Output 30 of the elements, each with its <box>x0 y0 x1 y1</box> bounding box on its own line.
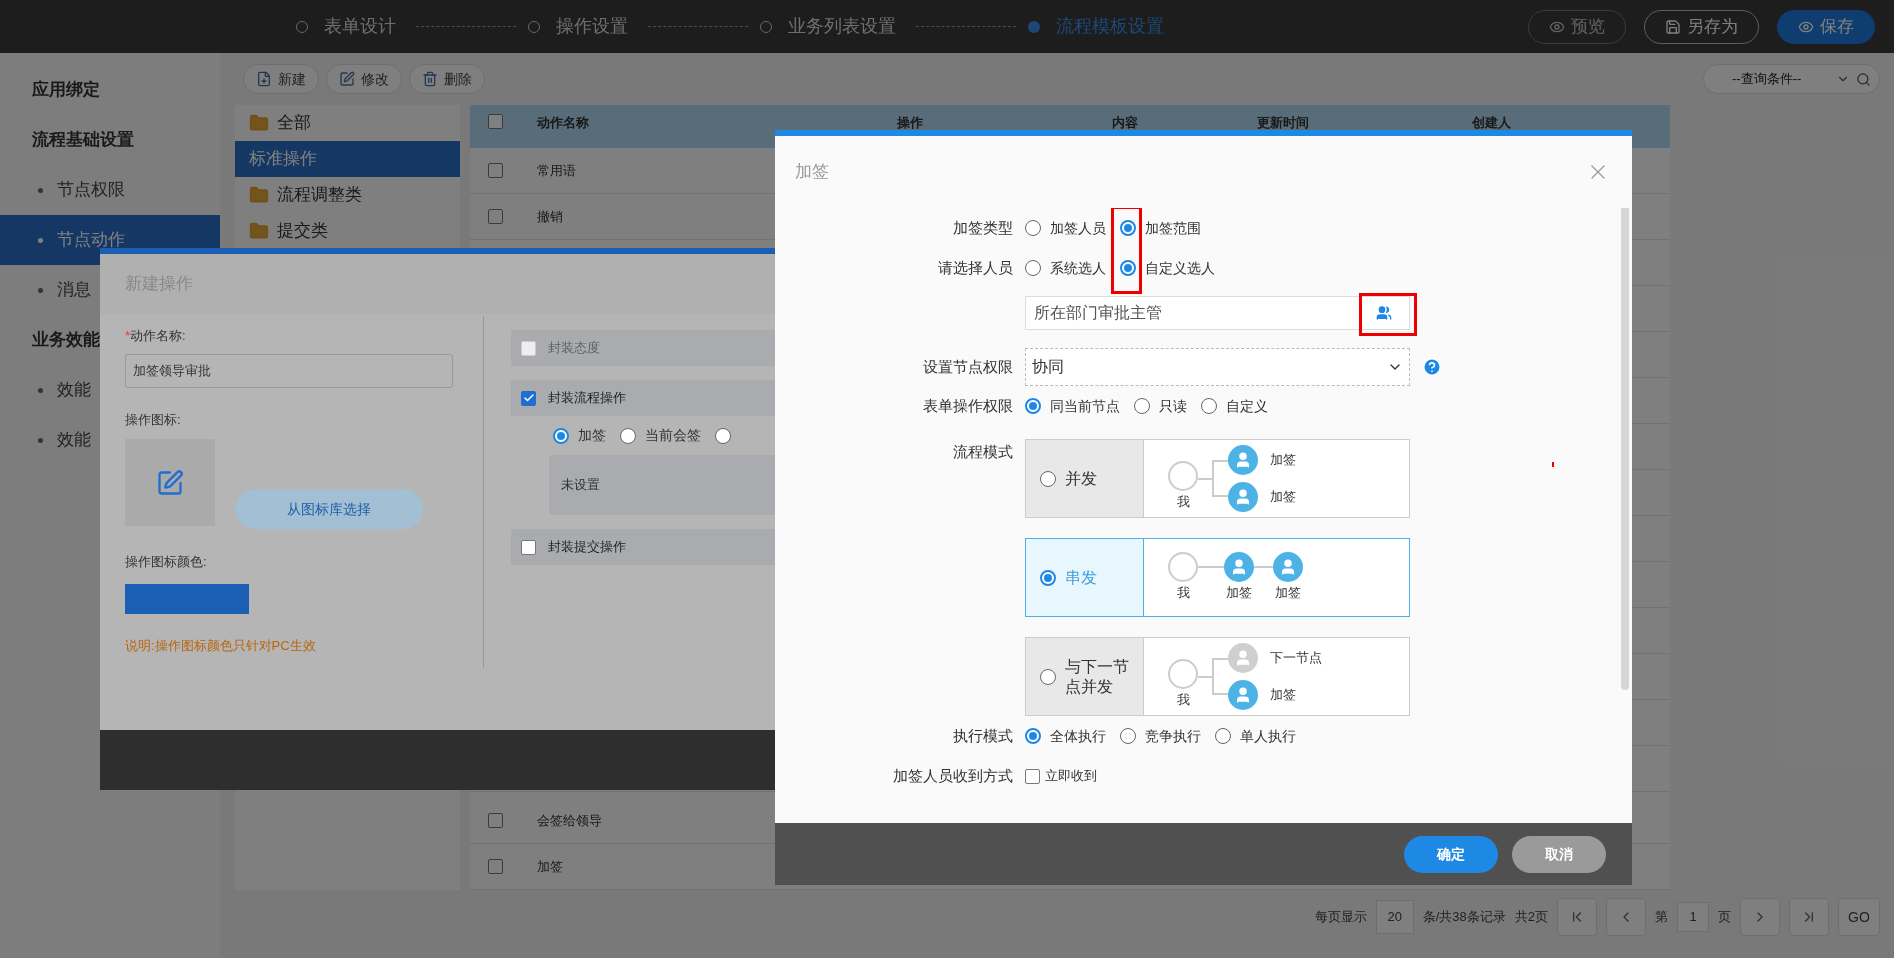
note-text: 说明:操作图标颜色只针对PC生效 <box>125 636 317 655</box>
table-cell-text: 会签给领导 <box>536 811 602 830</box>
sidebar-group-title: 流程基础设置 <box>32 129 134 152</box>
node-label: 加签 <box>1270 451 1296 470</box>
sidebar-group-title: 业务效能 <box>32 329 100 352</box>
node-label: 我 <box>1176 584 1190 603</box>
node-label: 下一节点 <box>1270 649 1322 668</box>
sidebar-group-title: 应用绑定 <box>32 79 100 102</box>
field-label: 执行模式 <box>952 725 1013 746</box>
node-label: 我 <box>1176 493 1190 512</box>
field-label: 操作图标颜色: <box>125 553 208 571</box>
pagination-text: 每页显示 <box>1314 908 1367 927</box>
node-label: 加签 <box>1270 686 1296 705</box>
table-cell-text: 撤销 <box>536 207 563 226</box>
field-label: *动作名称: <box>125 327 187 345</box>
node-label: 加签 <box>1270 488 1296 507</box>
table-cell-text: 加签 <box>536 857 563 876</box>
field-label: 加签类型 <box>952 217 1013 238</box>
pagination-text: 共2页 <box>1514 908 1548 927</box>
pagination-text: 第 <box>1655 908 1668 927</box>
field-label: 操作图标: <box>125 410 182 429</box>
table-cell-text: 常用语 <box>536 161 576 180</box>
node-label: 我 <box>1176 691 1190 710</box>
pagination-text: 页 <box>1718 908 1731 927</box>
field-label: 加签人员收到方式 <box>892 765 1013 786</box>
node-label: 加签 <box>1275 584 1301 603</box>
field-label: 请选择人员 <box>937 257 1013 278</box>
node-label: 加签 <box>1226 584 1252 603</box>
pagination-text: 条/共38条记录 <box>1422 908 1506 927</box>
dialog-title: 加签 <box>795 161 829 184</box>
